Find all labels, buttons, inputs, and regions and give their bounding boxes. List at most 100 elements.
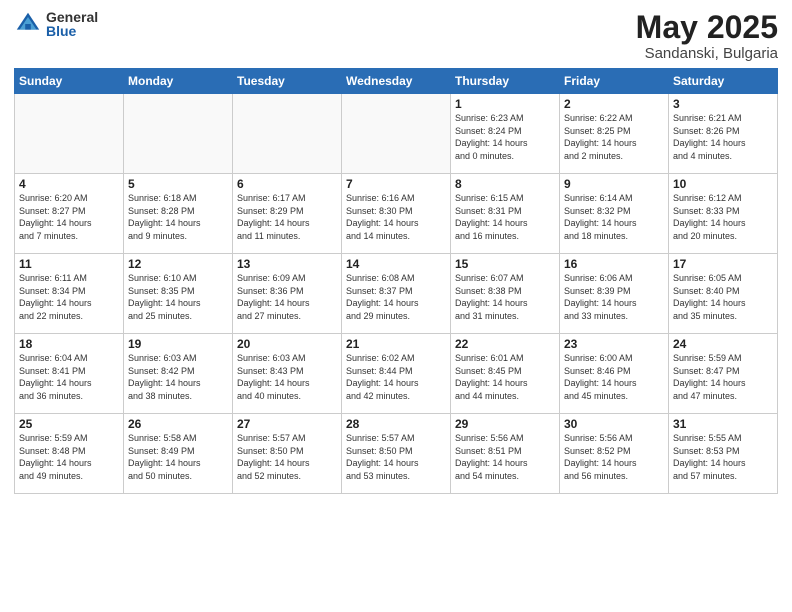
day-number: 9 bbox=[564, 177, 664, 191]
calendar-table: SundayMondayTuesdayWednesdayThursdayFrid… bbox=[14, 68, 778, 494]
day-cell: 27Sunrise: 5:57 AM Sunset: 8:50 PM Dayli… bbox=[233, 414, 342, 494]
day-number: 15 bbox=[455, 257, 555, 271]
day-info: Sunrise: 6:23 AM Sunset: 8:24 PM Dayligh… bbox=[455, 112, 555, 162]
day-cell: 23Sunrise: 6:00 AM Sunset: 8:46 PM Dayli… bbox=[560, 334, 669, 414]
day-cell: 19Sunrise: 6:03 AM Sunset: 8:42 PM Dayli… bbox=[124, 334, 233, 414]
day-info: Sunrise: 6:15 AM Sunset: 8:31 PM Dayligh… bbox=[455, 192, 555, 242]
day-cell: 30Sunrise: 5:56 AM Sunset: 8:52 PM Dayli… bbox=[560, 414, 669, 494]
day-info: Sunrise: 6:22 AM Sunset: 8:25 PM Dayligh… bbox=[564, 112, 664, 162]
day-info: Sunrise: 6:01 AM Sunset: 8:45 PM Dayligh… bbox=[455, 352, 555, 402]
day-cell: 21Sunrise: 6:02 AM Sunset: 8:44 PM Dayli… bbox=[342, 334, 451, 414]
day-number: 25 bbox=[19, 417, 119, 431]
day-cell: 29Sunrise: 5:56 AM Sunset: 8:51 PM Dayli… bbox=[451, 414, 560, 494]
day-info: Sunrise: 6:11 AM Sunset: 8:34 PM Dayligh… bbox=[19, 272, 119, 322]
day-cell: 16Sunrise: 6:06 AM Sunset: 8:39 PM Dayli… bbox=[560, 254, 669, 334]
location-subtitle: Sandanski, Bulgaria bbox=[636, 45, 778, 62]
day-info: Sunrise: 6:00 AM Sunset: 8:46 PM Dayligh… bbox=[564, 352, 664, 402]
day-cell bbox=[15, 94, 124, 174]
day-number: 4 bbox=[19, 177, 119, 191]
day-cell: 25Sunrise: 5:59 AM Sunset: 8:48 PM Dayli… bbox=[15, 414, 124, 494]
day-info: Sunrise: 6:21 AM Sunset: 8:26 PM Dayligh… bbox=[673, 112, 773, 162]
day-number: 18 bbox=[19, 337, 119, 351]
day-number: 23 bbox=[564, 337, 664, 351]
day-cell: 24Sunrise: 5:59 AM Sunset: 8:47 PM Dayli… bbox=[669, 334, 778, 414]
day-info: Sunrise: 6:03 AM Sunset: 8:42 PM Dayligh… bbox=[128, 352, 228, 402]
day-number: 14 bbox=[346, 257, 446, 271]
logo-general: General bbox=[46, 10, 98, 24]
day-cell: 3Sunrise: 6:21 AM Sunset: 8:26 PM Daylig… bbox=[669, 94, 778, 174]
col-header-tuesday: Tuesday bbox=[233, 69, 342, 94]
week-row-3: 18Sunrise: 6:04 AM Sunset: 8:41 PM Dayli… bbox=[15, 334, 778, 414]
day-info: Sunrise: 5:59 AM Sunset: 8:47 PM Dayligh… bbox=[673, 352, 773, 402]
day-info: Sunrise: 6:14 AM Sunset: 8:32 PM Dayligh… bbox=[564, 192, 664, 242]
day-cell: 7Sunrise: 6:16 AM Sunset: 8:30 PM Daylig… bbox=[342, 174, 451, 254]
day-number: 26 bbox=[128, 417, 228, 431]
day-cell: 8Sunrise: 6:15 AM Sunset: 8:31 PM Daylig… bbox=[451, 174, 560, 254]
day-cell: 14Sunrise: 6:08 AM Sunset: 8:37 PM Dayli… bbox=[342, 254, 451, 334]
day-cell bbox=[233, 94, 342, 174]
day-info: Sunrise: 6:12 AM Sunset: 8:33 PM Dayligh… bbox=[673, 192, 773, 242]
day-cell: 2Sunrise: 6:22 AM Sunset: 8:25 PM Daylig… bbox=[560, 94, 669, 174]
day-cell: 22Sunrise: 6:01 AM Sunset: 8:45 PM Dayli… bbox=[451, 334, 560, 414]
day-info: Sunrise: 5:59 AM Sunset: 8:48 PM Dayligh… bbox=[19, 432, 119, 482]
day-number: 30 bbox=[564, 417, 664, 431]
day-info: Sunrise: 6:04 AM Sunset: 8:41 PM Dayligh… bbox=[19, 352, 119, 402]
day-info: Sunrise: 6:06 AM Sunset: 8:39 PM Dayligh… bbox=[564, 272, 664, 322]
day-number: 22 bbox=[455, 337, 555, 351]
day-number: 8 bbox=[455, 177, 555, 191]
day-info: Sunrise: 5:58 AM Sunset: 8:49 PM Dayligh… bbox=[128, 432, 228, 482]
day-number: 16 bbox=[564, 257, 664, 271]
main-container: General Blue May 2025 Sandanski, Bulgari… bbox=[0, 0, 792, 612]
day-number: 27 bbox=[237, 417, 337, 431]
header-row: SundayMondayTuesdayWednesdayThursdayFrid… bbox=[15, 69, 778, 94]
day-number: 10 bbox=[673, 177, 773, 191]
day-cell: 17Sunrise: 6:05 AM Sunset: 8:40 PM Dayli… bbox=[669, 254, 778, 334]
day-number: 20 bbox=[237, 337, 337, 351]
day-number: 7 bbox=[346, 177, 446, 191]
day-info: Sunrise: 5:57 AM Sunset: 8:50 PM Dayligh… bbox=[237, 432, 337, 482]
day-number: 13 bbox=[237, 257, 337, 271]
logo-blue: Blue bbox=[46, 24, 98, 38]
day-info: Sunrise: 6:20 AM Sunset: 8:27 PM Dayligh… bbox=[19, 192, 119, 242]
day-info: Sunrise: 6:03 AM Sunset: 8:43 PM Dayligh… bbox=[237, 352, 337, 402]
col-header-thursday: Thursday bbox=[451, 69, 560, 94]
day-info: Sunrise: 6:05 AM Sunset: 8:40 PM Dayligh… bbox=[673, 272, 773, 322]
day-number: 24 bbox=[673, 337, 773, 351]
day-info: Sunrise: 6:09 AM Sunset: 8:36 PM Dayligh… bbox=[237, 272, 337, 322]
day-cell: 18Sunrise: 6:04 AM Sunset: 8:41 PM Dayli… bbox=[15, 334, 124, 414]
day-number: 19 bbox=[128, 337, 228, 351]
col-header-monday: Monday bbox=[124, 69, 233, 94]
day-cell: 28Sunrise: 5:57 AM Sunset: 8:50 PM Dayli… bbox=[342, 414, 451, 494]
day-cell: 4Sunrise: 6:20 AM Sunset: 8:27 PM Daylig… bbox=[15, 174, 124, 254]
day-number: 29 bbox=[455, 417, 555, 431]
day-cell bbox=[342, 94, 451, 174]
day-info: Sunrise: 5:56 AM Sunset: 8:52 PM Dayligh… bbox=[564, 432, 664, 482]
calendar-body: 1Sunrise: 6:23 AM Sunset: 8:24 PM Daylig… bbox=[15, 94, 778, 494]
title-area: May 2025 Sandanski, Bulgaria bbox=[636, 10, 778, 62]
week-row-0: 1Sunrise: 6:23 AM Sunset: 8:24 PM Daylig… bbox=[15, 94, 778, 174]
day-number: 2 bbox=[564, 97, 664, 111]
day-number: 28 bbox=[346, 417, 446, 431]
day-info: Sunrise: 6:10 AM Sunset: 8:35 PM Dayligh… bbox=[128, 272, 228, 322]
col-header-wednesday: Wednesday bbox=[342, 69, 451, 94]
day-cell: 12Sunrise: 6:10 AM Sunset: 8:35 PM Dayli… bbox=[124, 254, 233, 334]
day-cell: 11Sunrise: 6:11 AM Sunset: 8:34 PM Dayli… bbox=[15, 254, 124, 334]
day-cell: 5Sunrise: 6:18 AM Sunset: 8:28 PM Daylig… bbox=[124, 174, 233, 254]
day-cell: 1Sunrise: 6:23 AM Sunset: 8:24 PM Daylig… bbox=[451, 94, 560, 174]
day-info: Sunrise: 5:55 AM Sunset: 8:53 PM Dayligh… bbox=[673, 432, 773, 482]
day-info: Sunrise: 6:02 AM Sunset: 8:44 PM Dayligh… bbox=[346, 352, 446, 402]
logo: General Blue bbox=[14, 10, 98, 38]
day-number: 3 bbox=[673, 97, 773, 111]
day-cell: 13Sunrise: 6:09 AM Sunset: 8:36 PM Dayli… bbox=[233, 254, 342, 334]
day-cell: 9Sunrise: 6:14 AM Sunset: 8:32 PM Daylig… bbox=[560, 174, 669, 254]
day-number: 12 bbox=[128, 257, 228, 271]
day-cell: 10Sunrise: 6:12 AM Sunset: 8:33 PM Dayli… bbox=[669, 174, 778, 254]
day-cell bbox=[124, 94, 233, 174]
month-title: May 2025 bbox=[636, 10, 778, 45]
day-cell: 20Sunrise: 6:03 AM Sunset: 8:43 PM Dayli… bbox=[233, 334, 342, 414]
day-cell: 6Sunrise: 6:17 AM Sunset: 8:29 PM Daylig… bbox=[233, 174, 342, 254]
day-info: Sunrise: 6:07 AM Sunset: 8:38 PM Dayligh… bbox=[455, 272, 555, 322]
day-cell: 15Sunrise: 6:07 AM Sunset: 8:38 PM Dayli… bbox=[451, 254, 560, 334]
week-row-2: 11Sunrise: 6:11 AM Sunset: 8:34 PM Dayli… bbox=[15, 254, 778, 334]
logo-icon bbox=[14, 10, 42, 38]
